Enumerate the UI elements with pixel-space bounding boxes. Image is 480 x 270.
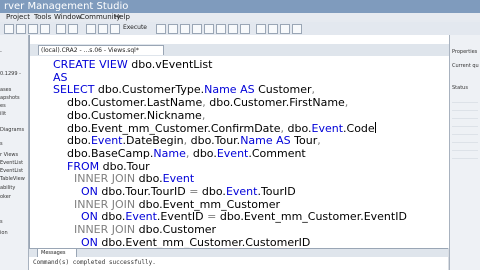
parse-icon[interactable] [180, 24, 190, 34]
property-grid [452, 95, 478, 165]
explorer-item[interactable]: Diagrams [0, 127, 24, 133]
explorer-item[interactable]: apshots [0, 95, 20, 101]
explorer-item[interactable]: EventList [0, 160, 23, 166]
properties-panel: Properties Current qu Status [449, 35, 480, 270]
outdent-icon[interactable] [292, 24, 302, 34]
explorer-item[interactable]: s [0, 141, 3, 147]
save-all-icon[interactable] [40, 24, 50, 34]
menu-tools[interactable]: Tools [34, 13, 51, 22]
query-options-icon[interactable] [86, 24, 96, 34]
explorer-item[interactable]: r Views [0, 152, 18, 158]
toolbar: Execute [0, 22, 480, 36]
code-area[interactable]: CREATE VIEW dbo.vEventList AS SELECT dbo.C… [30, 56, 449, 249]
estimated-plan-icon[interactable] [192, 24, 202, 34]
explorer-item[interactable]: ases [0, 87, 11, 93]
menu-bar: Project Tools Window Community Help [0, 13, 480, 22]
property-row[interactable] [452, 151, 478, 159]
indent-icon[interactable] [280, 24, 290, 34]
comment-icon[interactable] [256, 24, 266, 34]
object-explorer: - 0.1299 - ases apshots es ilit Diagrams… [0, 35, 29, 270]
code-line[interactable]: dbo.Event_mm_Customer.ConfirmDate, dbo.E… [53, 121, 376, 135]
explorer-item[interactable]: s [0, 219, 3, 225]
new-query-icon[interactable] [4, 24, 14, 34]
database-select-icon[interactable] [56, 24, 66, 34]
debug-icon[interactable] [156, 24, 166, 34]
code-line[interactable]: ON dbo.Event_mm_Customer.CustomerID [53, 236, 310, 249]
results-text-icon[interactable] [228, 24, 238, 34]
window-title: rver Management Studio [4, 1, 129, 12]
tab-views-sql[interactable]: (local).CRA2 - ...s.06 - Views.sql* [38, 45, 164, 55]
property-row[interactable] [452, 95, 478, 103]
messages-pane: Command(s) completed successfully. [29, 257, 448, 270]
code-line[interactable]: dbo.Event.DateBegin, dbo.Tour.Name AS To… [53, 134, 321, 147]
code-line[interactable]: CREATE VIEW dbo.vEventList [53, 58, 212, 71]
title-bar: rver Management Studio [0, 0, 480, 13]
include-plan-icon[interactable] [216, 24, 226, 34]
code-line[interactable]: ON dbo.Tour.TourID = dbo.Event.TourID [53, 185, 296, 198]
code-line[interactable]: dbo.Customer.LastName, dbo.Customer.Firs… [53, 96, 348, 109]
code-line[interactable]: INNER JOIN dbo.Event [53, 172, 194, 185]
code-line[interactable]: ON dbo.Event.EventID = dbo.Event_mm_Cust… [53, 210, 407, 223]
code-line[interactable]: AS [53, 71, 68, 84]
code-line[interactable]: INNER JOIN dbo.Customer [53, 223, 216, 236]
explorer-item[interactable]: - [0, 49, 2, 55]
execute-icon[interactable] [110, 24, 120, 34]
explorer-item[interactable]: es [0, 103, 6, 109]
stop-icon[interactable] [168, 24, 178, 34]
properties-section[interactable]: Status [452, 85, 468, 91]
uncomment-icon[interactable] [268, 24, 278, 34]
code-line[interactable]: dbo.Customer.Nickname, [53, 109, 205, 122]
query-designer-icon[interactable] [204, 24, 214, 34]
property-row[interactable] [452, 119, 478, 127]
text-caret [374, 121, 376, 133]
code-line[interactable]: FROM dbo.Tour [53, 160, 150, 173]
properties-title: Properties [452, 49, 478, 55]
menu-help[interactable]: Help [114, 13, 130, 22]
property-row[interactable] [452, 111, 478, 119]
menu-window[interactable]: Window [54, 13, 82, 22]
code-line[interactable]: dbo.BaseCamp.Name, dbo.Event.Comment [53, 147, 306, 160]
connect-icon[interactable] [68, 24, 78, 34]
explorer-item[interactable]: ion [0, 230, 8, 236]
explorer-item[interactable]: 0.1299 - [0, 71, 21, 77]
execute-button[interactable]: Execute [123, 23, 147, 33]
query-editor: (local).CRA2 - ...s.06 - Views.sql* CREA… [29, 35, 449, 249]
property-row[interactable] [452, 127, 478, 135]
menu-project[interactable]: Project [6, 13, 30, 22]
explorer-item[interactable]: EventList [0, 168, 23, 174]
explorer-item[interactable]: TableView [0, 176, 25, 182]
property-row[interactable] [452, 135, 478, 143]
property-row[interactable] [452, 103, 478, 111]
explorer-item[interactable]: ilit [0, 111, 6, 117]
status-message: Command(s) completed successfully. [33, 259, 156, 266]
property-row[interactable] [452, 143, 478, 151]
properties-subtitle[interactable]: Current qu [452, 63, 479, 69]
save-icon[interactable] [28, 24, 38, 34]
results-file-icon[interactable] [240, 24, 250, 34]
code-line[interactable]: SELECT dbo.CustomerType.Name AS Customer… [53, 83, 315, 96]
open-icon[interactable] [16, 24, 26, 34]
explorer-item[interactable]: oker [0, 194, 11, 200]
explorer-item[interactable]: ability [0, 185, 15, 191]
code-line[interactable]: INNER JOIN dbo.Event_mm_Customer [53, 198, 280, 211]
results-grid-icon[interactable] [98, 24, 108, 34]
